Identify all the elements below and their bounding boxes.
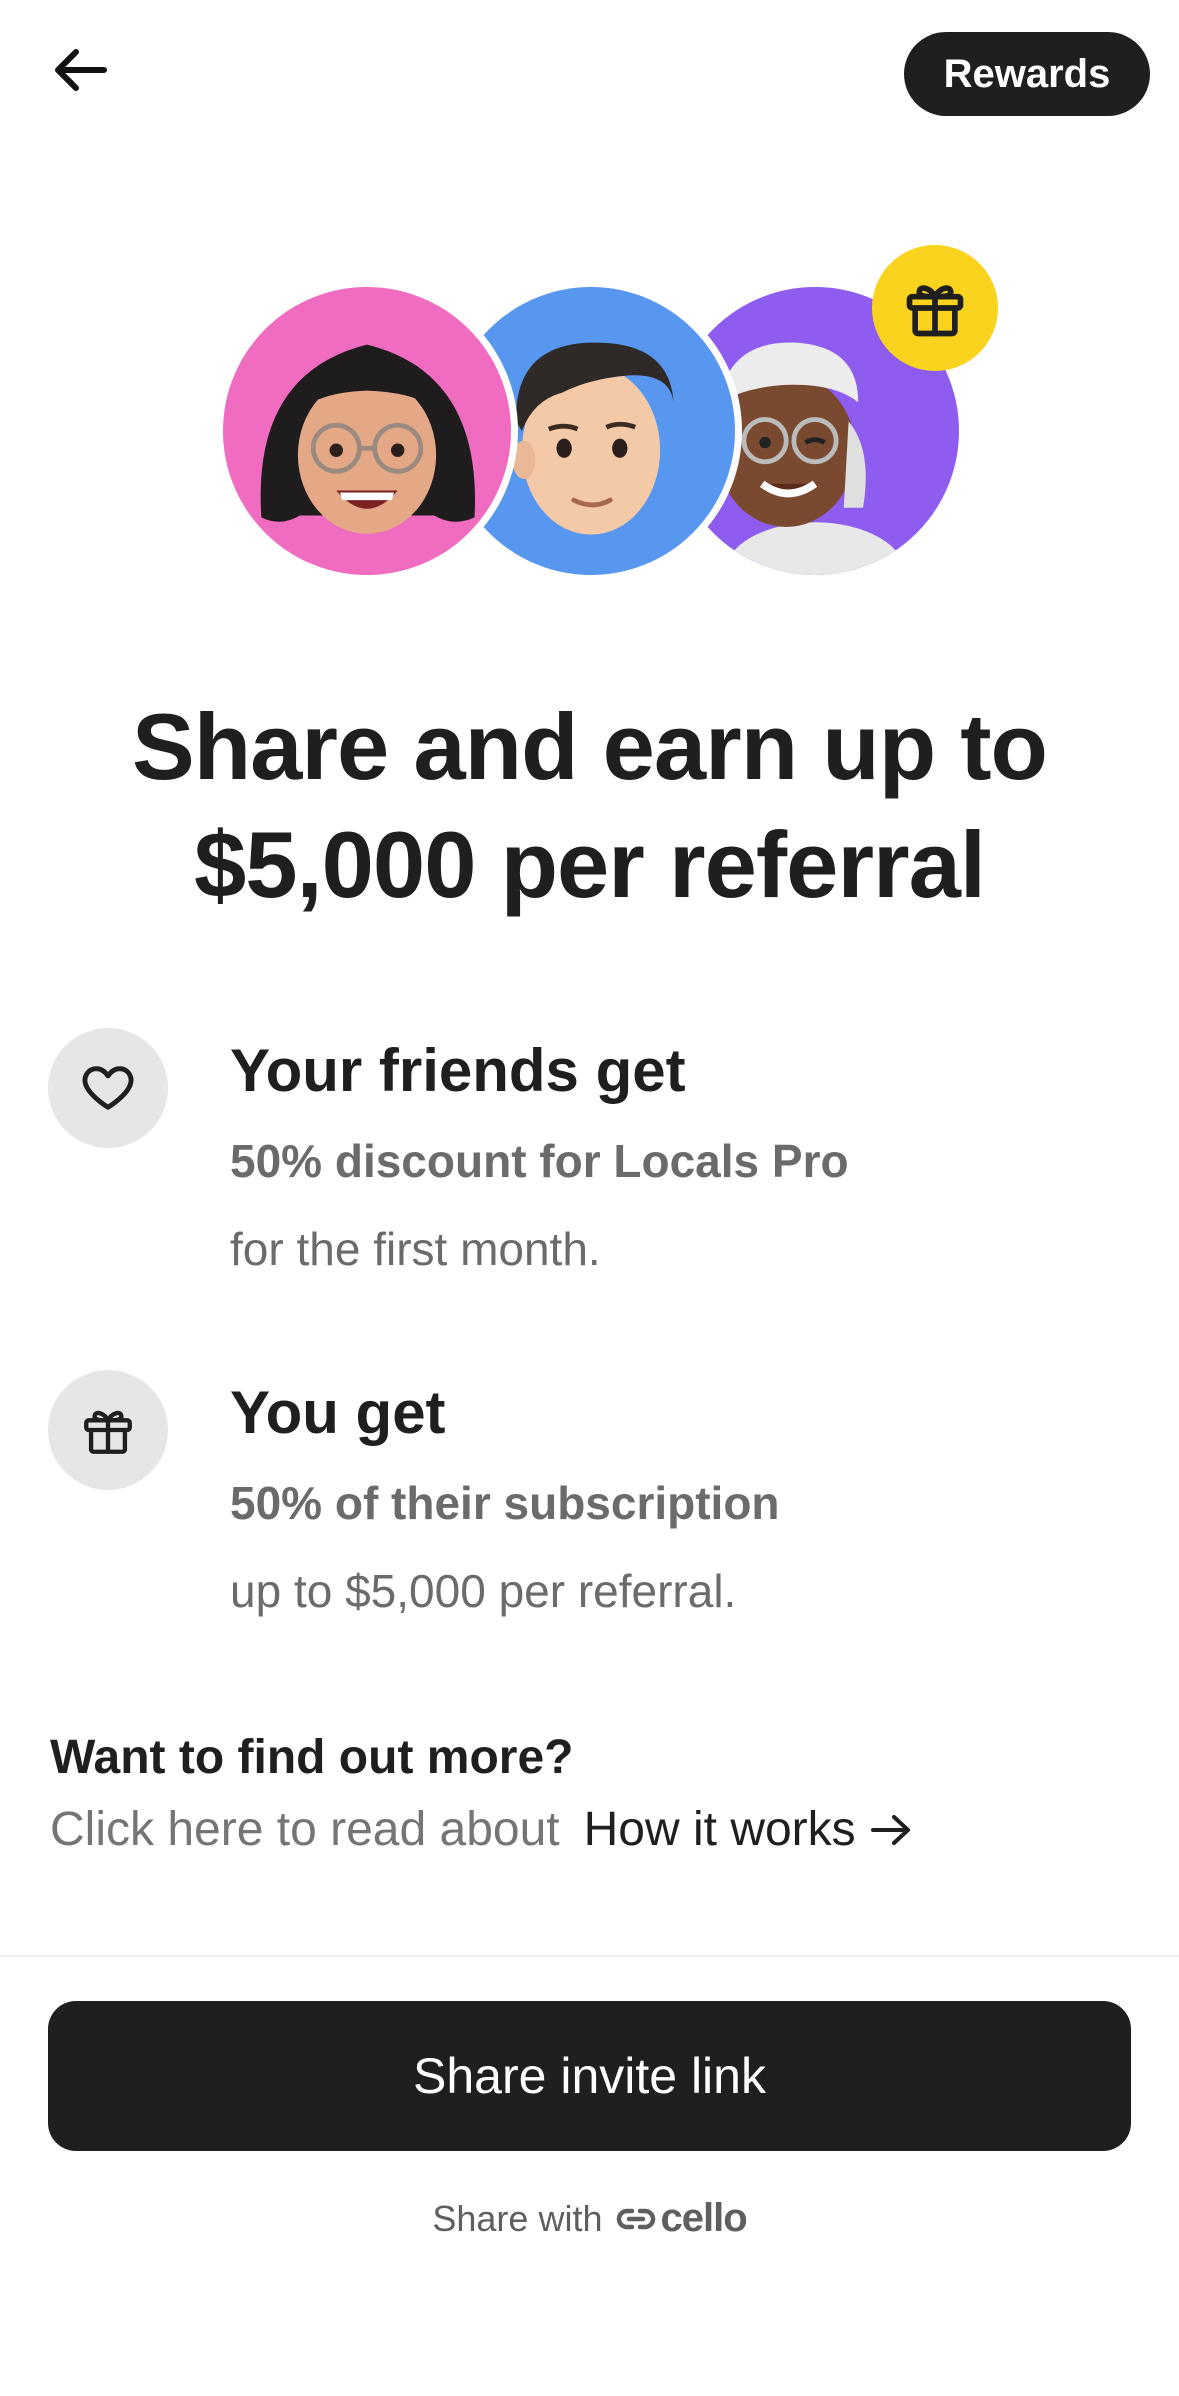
benefit-highlight: 50% of their subscription [230, 1477, 780, 1529]
benefit-title: Your friends get [230, 1037, 686, 1104]
link-icon [617, 2208, 656, 2229]
more-title: Want to find out more? [50, 1731, 574, 1784]
share-invite-link-button[interactable]: Share invite link [48, 2001, 1131, 2151]
share-with-label: Share with [432, 2197, 603, 2239]
share-with-footer: Share with cello [0, 2196, 1179, 2241]
heart-icon-circle [48, 1028, 168, 1148]
avatar [216, 280, 518, 582]
benefit-detail: up to $5,000 per referral. [230, 1565, 737, 1617]
benefit-detail: for the first month. [230, 1223, 601, 1275]
page-title: Share and earn up to $5,000 per referral [132, 694, 1048, 917]
gift-icon [906, 285, 964, 337]
more-text: Click here to read about [50, 1803, 560, 1856]
cello-logo: cello [616, 2196, 748, 2241]
heart-icon [82, 1066, 134, 1110]
referral-page: Rewards Share and earn up to $5,000 per … [0, 0, 1179, 2396]
arrow-right-icon [870, 1812, 914, 1848]
gift-icon-circle [48, 1370, 168, 1490]
how-it-works-label: How it works [583, 1803, 856, 1856]
gift-badge [872, 245, 998, 371]
avatar-group [0, 0, 1179, 600]
how-it-works-link[interactable]: How it works [584, 1802, 914, 1857]
divider [0, 1955, 1179, 1957]
more-line: Click here to read about How it works [50, 1802, 914, 1857]
benefit-title: You get [230, 1379, 446, 1446]
gift-icon [84, 1410, 132, 1454]
cello-brand: cello [660, 2196, 747, 2240]
benefit-highlight: 50% discount for Locals Pro [230, 1135, 849, 1187]
